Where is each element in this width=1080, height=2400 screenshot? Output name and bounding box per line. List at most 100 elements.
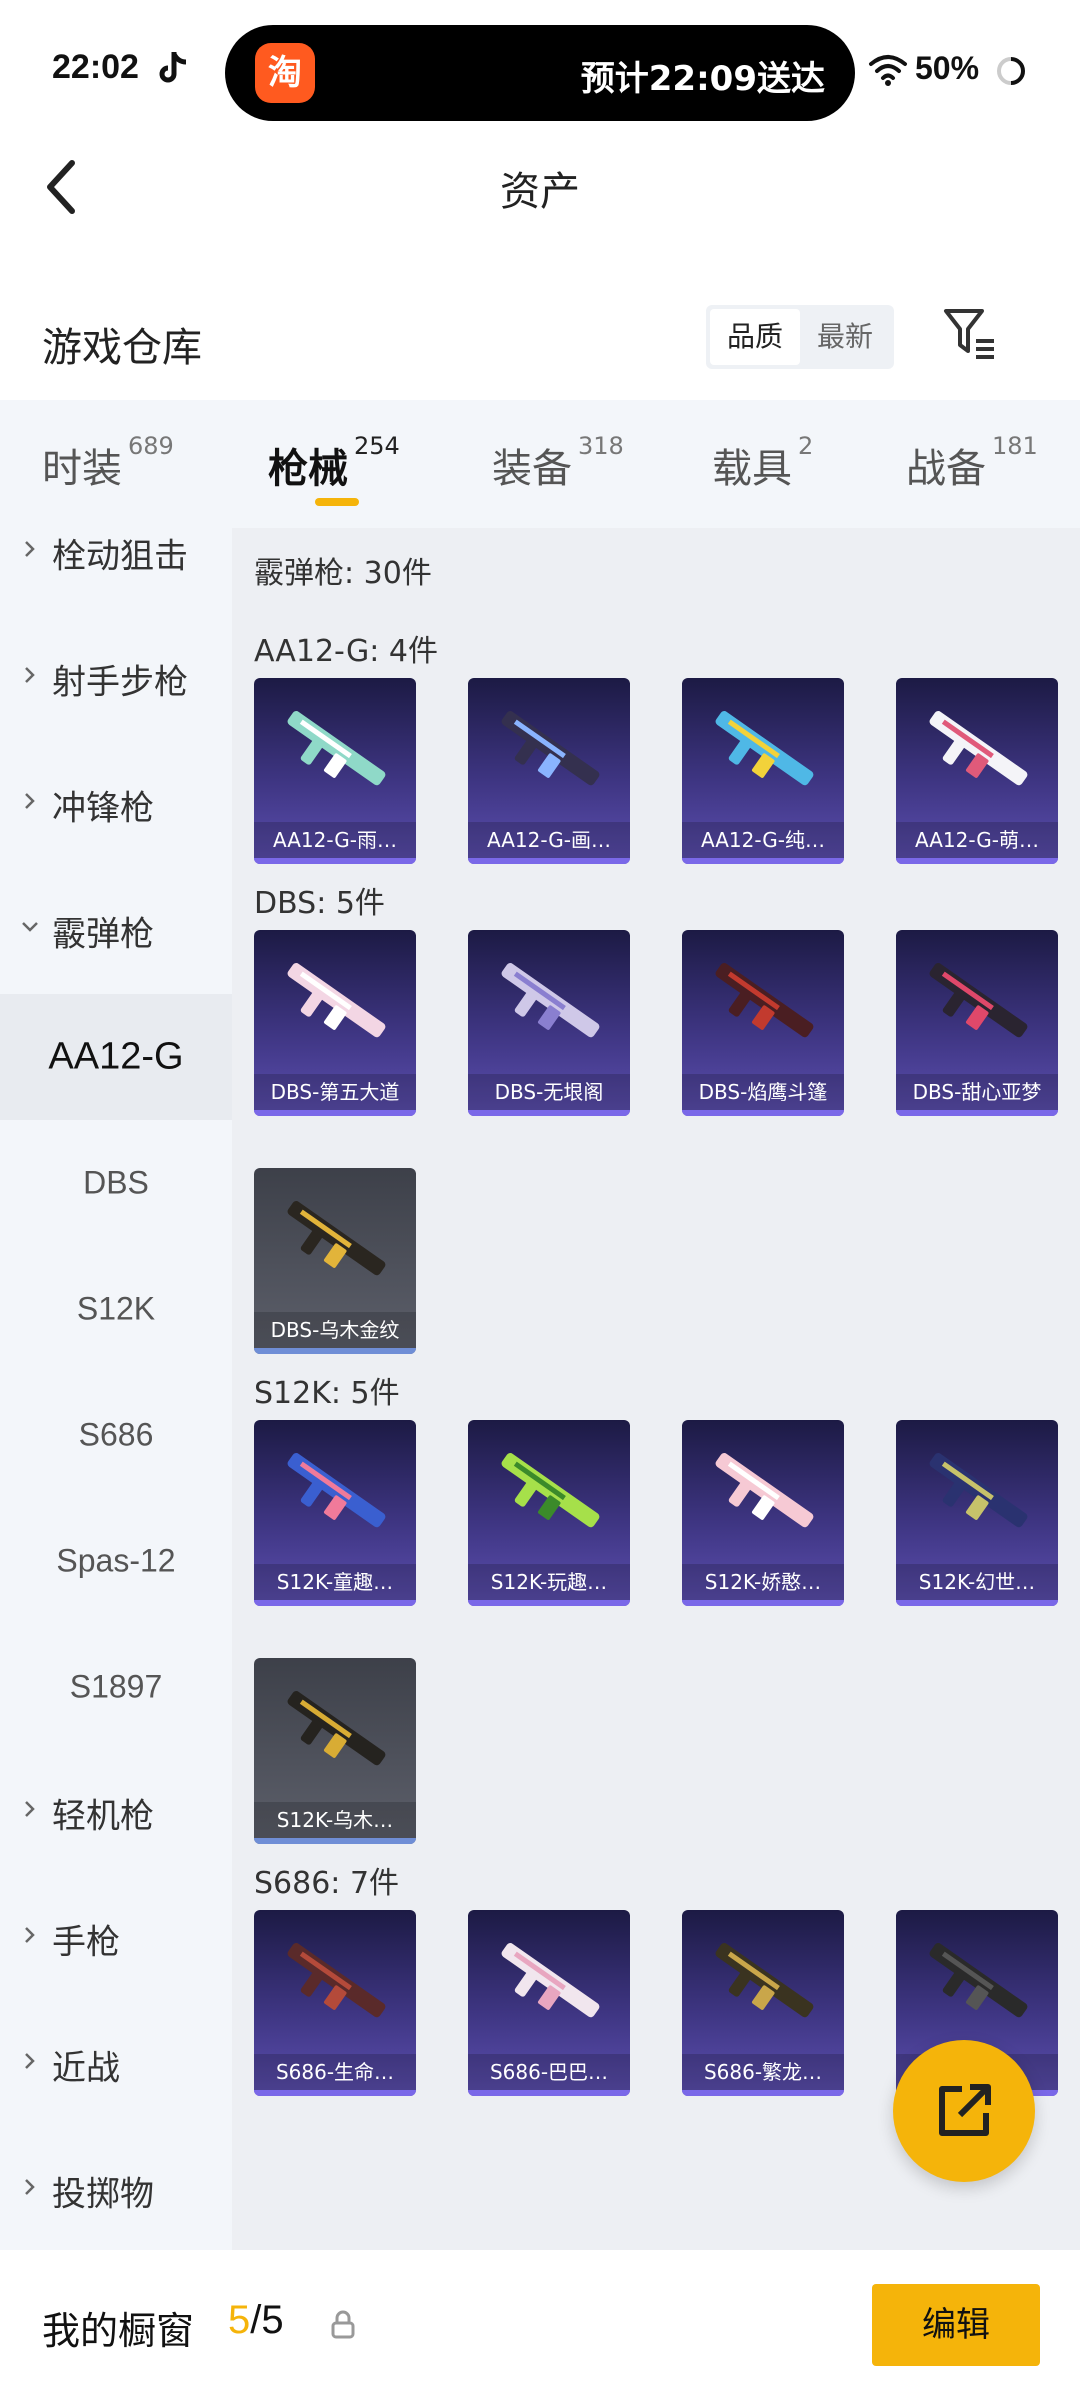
sort-quality-button[interactable]: 品质	[710, 309, 800, 365]
weapon-skin-card[interactable]: DBS-甜心亚梦	[896, 930, 1058, 1116]
sidebar-category[interactable]: 投掷物	[0, 2128, 232, 2250]
sidebar-subitem[interactable]: S686	[0, 1372, 232, 1498]
gun-icon	[287, 1453, 386, 1528]
edit-button[interactable]: 编辑	[872, 2284, 1040, 2366]
tab-fashion[interactable]: 时装 689	[42, 432, 174, 494]
gun-icon	[715, 963, 814, 1038]
quality-bar	[682, 1110, 844, 1116]
weapon-skin-name: AA12-G-画…	[468, 822, 630, 858]
status-bar: 22:02 淘 预计22:09送达 50%	[0, 0, 1080, 135]
chevron-right-icon	[25, 541, 35, 557]
sidebar-item-label: 射手步枪	[52, 662, 188, 703]
sidebar-subitem[interactable]: S12K	[0, 1246, 232, 1372]
gun-icon	[501, 1943, 600, 2018]
chevron-right-icon	[25, 667, 35, 683]
sidebar-category[interactable]: 冲锋枪	[0, 742, 232, 868]
weapon-skin-card[interactable]: S12K-童趣…	[254, 1420, 416, 1606]
quality-bar	[468, 858, 630, 864]
sidebar-item-label: 栓动狙击	[52, 536, 188, 577]
weapon-skin-name: S12K-乌木…	[254, 1802, 416, 1838]
weapon-skin-card[interactable]: DBS-乌木金纹	[254, 1168, 416, 1354]
lock-icon	[331, 2310, 355, 2339]
filter-icon[interactable]	[942, 305, 998, 361]
weapon-skin-card[interactable]: S12K-幻世…	[896, 1420, 1058, 1606]
sidebar-item-label: 霰弹枪	[52, 914, 154, 955]
weapon-skin-card[interactable]: S686-繁龙…	[682, 1910, 844, 2096]
sidebar-category[interactable]: 近战	[0, 2002, 232, 2128]
gun-icon	[501, 711, 600, 786]
quality-bar	[896, 1600, 1058, 1606]
quality-bar	[682, 2090, 844, 2096]
quality-bar	[682, 858, 844, 864]
weapon-skin-name: DBS-甜心亚梦	[896, 1074, 1058, 1110]
sidebar-subitem[interactable]: AA12-G	[0, 994, 232, 1120]
tab-count: 2	[798, 432, 814, 460]
section-title: S12K: 5件	[254, 1376, 400, 1411]
sidebar-category[interactable]: 霰弹枪	[0, 868, 232, 994]
weapon-skin-name: AA12-G-雨…	[254, 822, 416, 858]
weapon-skin-card[interactable]: S12K-玩趣…	[468, 1420, 630, 1606]
battery-percent: 50%	[915, 50, 980, 86]
sidebar-item-label: S686	[78, 1416, 154, 1453]
quality-bar	[468, 1110, 630, 1116]
weapon-skin-name: S12K-童趣…	[254, 1564, 416, 1600]
weapon-skin-card[interactable]: AA12-G-雨…	[254, 678, 416, 864]
weapon-skin-name: S686-繁龙…	[682, 2054, 844, 2090]
weapon-skin-name: DBS-第五大道	[254, 1074, 416, 1110]
gun-icon	[715, 711, 814, 786]
gun-icon	[929, 1943, 1028, 2018]
tab-tactical[interactable]: 战备 181	[906, 432, 1038, 494]
nav-bar: 资产	[0, 135, 1080, 265]
sidebar-item-label: Spas-12	[56, 1542, 176, 1579]
gun-icon	[715, 1943, 814, 2018]
sidebar-category[interactable]: 手枪	[0, 1876, 232, 2002]
weapon-skin-card[interactable]: DBS-焰鹰斗篷	[682, 930, 844, 1116]
sidebar-subitem[interactable]: S1897	[0, 1624, 232, 1750]
tab-count: 254	[354, 432, 400, 460]
quality-bar	[254, 858, 416, 864]
weapon-skin-card[interactable]: AA12-G-纯…	[682, 678, 844, 864]
quality-bar	[254, 1600, 416, 1606]
wifi-icon	[869, 55, 907, 86]
sidebar-category[interactable]: 栓动狙击	[0, 528, 232, 616]
sidebar-category[interactable]: 射手步枪	[0, 616, 232, 742]
quality-bar	[254, 1838, 416, 1844]
page-title: 资产	[500, 169, 580, 215]
chevron-right-icon	[25, 2179, 35, 2195]
quality-bar	[682, 1600, 844, 1606]
sidebar-item-label: 冲锋枪	[52, 788, 154, 829]
weapon-skin-card[interactable]: AA12-G-画…	[468, 678, 630, 864]
dynamic-island[interactable]: 淘 预计22:09送达	[225, 25, 855, 121]
weapon-skin-name: DBS-焰鹰斗篷	[682, 1074, 844, 1110]
weapon-skin-name: AA12-G-萌…	[896, 822, 1058, 858]
showcase-bar: 我的橱窗 5/5 编辑	[0, 2250, 1080, 2400]
weapon-skin-card[interactable]: AA12-G-萌…	[896, 678, 1058, 864]
weapon-skin-card[interactable]: S686-巴巴…	[468, 1910, 630, 2096]
weapon-skin-card[interactable]: DBS-第五大道	[254, 930, 416, 1116]
quality-bar	[468, 2090, 630, 2096]
weapon-skin-card[interactable]: S12K-乌木…	[254, 1658, 416, 1844]
share-fab[interactable]	[893, 2040, 1035, 2182]
sidebar-subitem[interactable]: DBS	[0, 1120, 232, 1246]
weapon-skin-name: S12K-娇憨…	[682, 1564, 844, 1600]
weapon-skin-card[interactable]: S686-生命…	[254, 1910, 416, 2096]
sidebar-category[interactable]: 轻机枪	[0, 1750, 232, 1876]
weapon-skin-card[interactable]: S12K-娇憨…	[682, 1420, 844, 1606]
weapon-skin-name: AA12-G-纯…	[682, 822, 844, 858]
weapon-skin-name: DBS-乌木金纹	[254, 1312, 416, 1348]
warehouse-title: 游戏仓库	[42, 325, 202, 371]
chevron-down-icon	[22, 922, 38, 932]
section-title: S686: 7件	[254, 1866, 400, 1901]
tab-vehicles[interactable]: 载具 2	[712, 432, 813, 494]
tab-equipment[interactable]: 装备 318	[492, 432, 624, 494]
sidebar-subitem[interactable]: Spas-12	[0, 1498, 232, 1624]
weapon-skin-card[interactable]: DBS-无垠阁	[468, 930, 630, 1116]
sidebar-item-label: 手枪	[52, 1922, 120, 1963]
sort-newest-button[interactable]: 最新	[800, 309, 890, 365]
sidebar-item-label: 轻机枪	[52, 1796, 154, 1837]
gun-icon	[287, 711, 386, 786]
sidebar-item-label: S12K	[76, 1290, 156, 1327]
tab-firearms[interactable]: 枪械 254	[268, 432, 400, 494]
quality-bar	[254, 2090, 416, 2096]
sidebar-item-label: AA12-G	[48, 1035, 184, 1078]
